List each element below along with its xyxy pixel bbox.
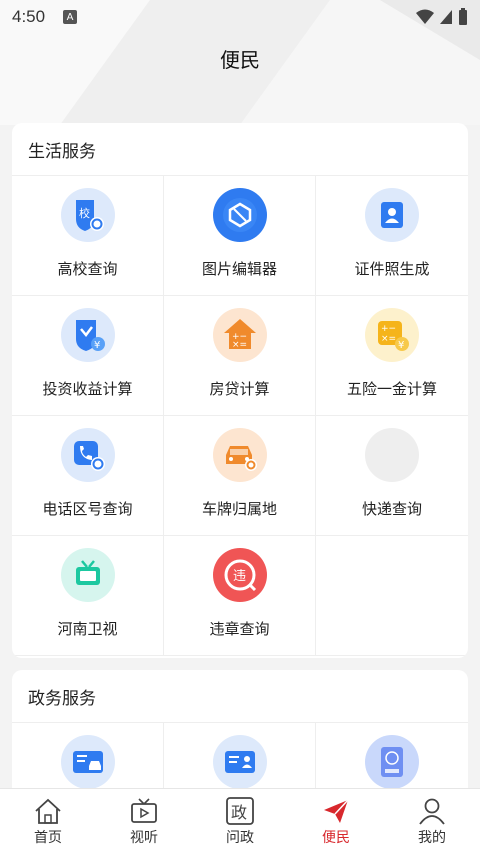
life-services-title: 生活服务: [12, 123, 468, 176]
service-license-plate[interactable]: 车牌归属地: [164, 416, 316, 536]
tab-label: 视听: [130, 830, 158, 846]
notification-badge: A: [63, 10, 78, 24]
investment-calc-icon: ¥: [60, 308, 115, 362]
tab-mine[interactable]: 我的: [384, 789, 480, 853]
service-label: 图片编辑器: [201, 260, 277, 278]
vehicle-license-icon: [60, 735, 115, 789]
tv-icon: [131, 798, 157, 823]
phone-area-code-icon: [60, 428, 115, 482]
service-label: 投资收益计算: [42, 380, 133, 398]
life-services-grid: 校 高校查询 图片编辑器 证件照生成 ¥ 投资收益计算 +− ×= 房贷计算 +…: [12, 176, 468, 656]
service-henan-tv[interactable]: 河南卫视: [12, 536, 164, 656]
home-icon: [35, 798, 61, 824]
bottom-tab-bar: 首页 视听 政 问政 便民 我的: [0, 788, 480, 853]
henan-tv-icon: [60, 548, 115, 602]
service-label: 电话区号查询: [42, 500, 133, 518]
svg-text:¥: ¥: [398, 340, 404, 351]
svg-text:×=: ×=: [232, 340, 247, 350]
service-investment-calc[interactable]: ¥ 投资收益计算: [12, 296, 164, 416]
battery-icon: [459, 8, 467, 25]
service-image-editor[interactable]: 图片编辑器: [164, 176, 316, 296]
tab-label: 便民: [322, 830, 350, 846]
life-services-card: 生活服务 校 高校查询 图片编辑器 证件照生成 ¥ 投资收益计算 +− ×= 房…: [12, 123, 468, 658]
service-label: 五险一金计算: [346, 380, 437, 398]
svg-text:×=: ×=: [381, 334, 396, 344]
svg-text:政: 政: [231, 803, 247, 822]
svg-text:¥: ¥: [94, 340, 100, 351]
status-time: 4:50: [12, 7, 46, 26]
service-express-query[interactable]: 快递查询: [316, 416, 468, 536]
mortgage-calc-icon: +− ×=: [212, 308, 267, 362]
service-label: 房贷计算: [209, 380, 270, 398]
license-plate-icon: [212, 428, 267, 482]
violation-query-icon: 违: [212, 548, 267, 602]
service-phone-area-code[interactable]: 电话区号查询: [12, 416, 164, 536]
tab-convenience[interactable]: 便民: [288, 789, 384, 853]
tab-politics[interactable]: 政 问政: [192, 789, 288, 853]
service-insurance-calc[interactable]: +− ×= ¥ 五险一金计算: [316, 296, 468, 416]
service-violation-query[interactable]: 违 违章查询: [164, 536, 316, 656]
express-query-icon: [365, 428, 419, 482]
signal-icon: [440, 10, 452, 24]
insurance-calc-icon: +− ×= ¥: [365, 308, 419, 362]
wifi-icon: [416, 9, 434, 24]
passport-icon: [365, 735, 419, 789]
id-photo-icon: [365, 188, 419, 242]
school-search-icon: 校: [60, 188, 115, 242]
service-label: 快递查询: [361, 500, 422, 518]
tab-label: 问政: [226, 830, 254, 846]
svg-text:违: 违: [233, 569, 246, 584]
id-card-icon: [212, 735, 267, 789]
service-empty-slot: [316, 536, 468, 656]
service-label: 证件照生成: [354, 260, 430, 278]
tab-home[interactable]: 首页: [0, 789, 96, 853]
svg-text:+−: +−: [381, 324, 396, 334]
service-id-photo[interactable]: 证件照生成: [316, 176, 468, 296]
service-school-search[interactable]: 校 高校查询: [12, 176, 164, 296]
image-editor-icon: [212, 188, 267, 242]
tab-audiovisual[interactable]: 视听: [96, 789, 192, 853]
service-label: 河南卫视: [57, 620, 118, 638]
user-icon: [419, 798, 445, 825]
tab-label: 我的: [418, 830, 446, 846]
gov-services-title: 政务服务: [12, 670, 468, 723]
status-bar: 4:50 A: [0, 0, 480, 34]
service-label: 车牌归属地: [201, 500, 277, 518]
service-mortgage-calc[interactable]: +− ×= 房贷计算: [164, 296, 316, 416]
tab-label: 首页: [34, 830, 62, 846]
service-label: 违章查询: [209, 620, 270, 638]
page-title: 便民: [220, 48, 260, 72]
politics-icon: 政: [226, 797, 254, 825]
service-label: 高校查询: [57, 260, 118, 278]
svg-text:校: 校: [79, 206, 90, 220]
send-icon: [324, 799, 349, 823]
